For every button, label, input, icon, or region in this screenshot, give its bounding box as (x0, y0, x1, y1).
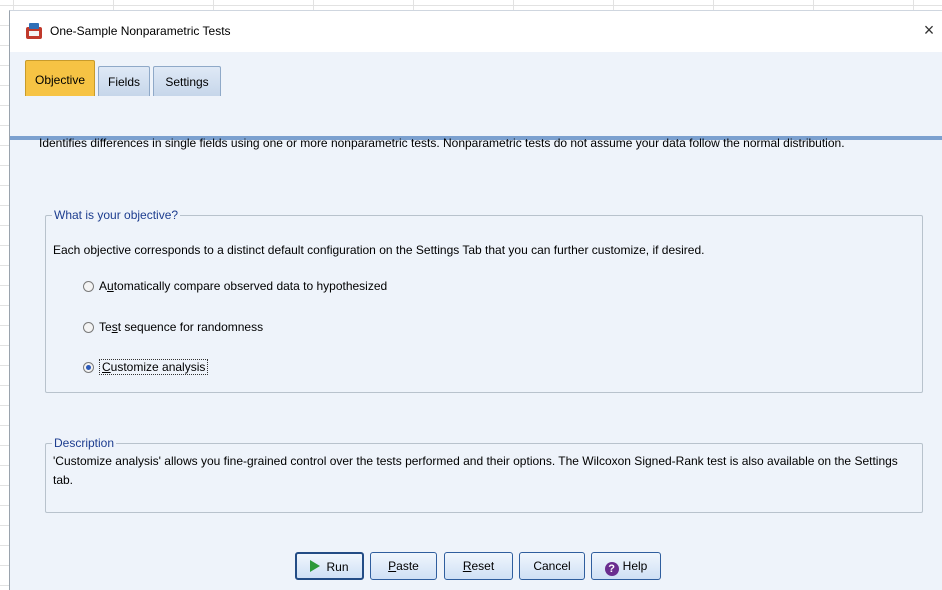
tab-objective[interactable]: Objective (25, 60, 95, 96)
option-test-randomness[interactable]: Test sequence for randomness (83, 316, 263, 338)
description-text: 'Customize analysis' allows you fine-gra… (53, 454, 898, 487)
question-icon: ? (604, 562, 619, 576)
radio-button[interactable] (83, 322, 94, 333)
paste-button[interactable]: Paste (370, 552, 437, 580)
description-legend: Description (54, 436, 115, 450)
help-button[interactable]: ? Help (591, 552, 661, 580)
objective-help-text: Each objective corresponds to a distinct… (53, 243, 705, 257)
nonparametric-dialog: One-Sample Nonparametric Tests × Objecti… (9, 10, 942, 590)
radio-button[interactable] (83, 281, 94, 292)
option-auto-compare[interactable]: Automatically compare observed data to h… (83, 275, 387, 297)
option-label: Test sequence for randomness (99, 320, 264, 334)
title-bar: One-Sample Nonparametric Tests × (10, 11, 942, 52)
option-label: Automatically compare observed data to h… (99, 279, 388, 293)
window-title: One-Sample Nonparametric Tests (50, 24, 231, 38)
description-group: Description 'Customize analysis' allows … (45, 436, 923, 513)
option-label: Customize analysis (99, 359, 209, 375)
play-icon (310, 560, 321, 572)
tab-settings[interactable]: Settings (153, 66, 221, 96)
tab-fields[interactable]: Fields (98, 66, 150, 96)
objective-legend: What is your objective? (54, 208, 179, 222)
run-button[interactable]: Run (295, 552, 364, 580)
objective-group: What is your objective? Each objective c… (45, 208, 923, 393)
close-icon[interactable]: × (918, 19, 940, 41)
intro-text: Identifies differences in single fields … (39, 136, 845, 150)
option-customize[interactable]: Customize analysis (83, 356, 209, 378)
reset-button[interactable]: Reset (444, 552, 513, 580)
tab-strip: Objective Fields Settings (10, 52, 942, 140)
radio-button-selected[interactable] (83, 362, 94, 373)
app-icon (26, 23, 42, 39)
cancel-button[interactable]: Cancel (519, 552, 585, 580)
